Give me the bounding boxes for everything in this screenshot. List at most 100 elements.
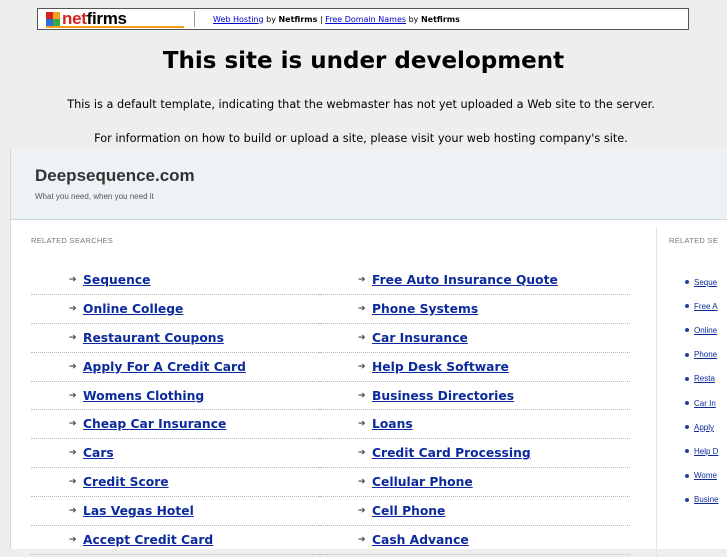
arrow-icon: ➔	[358, 332, 366, 343]
related-link[interactable]: Sequence	[83, 273, 150, 287]
list-item: ➔ Phone Systems	[318, 295, 630, 324]
related-link[interactable]: Cars	[83, 446, 114, 460]
sidebar-link[interactable]: Phone	[694, 350, 717, 359]
arrow-icon: ➔	[69, 506, 77, 517]
sidebar-link[interactable]: Free A	[694, 302, 718, 311]
list-item: ➔ Online College	[31, 295, 321, 324]
related-link[interactable]: Apply For A Credit Card	[83, 360, 246, 374]
free-domain-names-link[interactable]: Free Domain Names	[325, 15, 406, 24]
list-item: ➔ Cars	[31, 439, 321, 469]
sidebar-item: Car In	[685, 391, 727, 415]
sidebar-link[interactable]: Apply	[694, 423, 714, 432]
arrow-icon: ➔	[358, 390, 366, 401]
list-item: ➔ Free Auto Insurance Quote	[318, 266, 630, 295]
sidebar-item: Resta	[685, 367, 727, 391]
list-item: ➔ Loans	[318, 410, 630, 440]
sidebar-link[interactable]: Resta	[694, 374, 715, 383]
bullet-icon	[685, 425, 689, 430]
arrow-icon: ➔	[358, 361, 366, 372]
arrow-icon: ➔	[69, 448, 77, 459]
brand-netfirms-2: Netfirms	[420, 14, 460, 24]
sidebar-item: Free A	[685, 294, 727, 318]
by-text-2: by	[406, 14, 421, 24]
related-searches-label-side: RELATED SE	[669, 236, 719, 245]
list-item: ➔ Restaurant Coupons	[31, 324, 321, 353]
sidebar-item: Phone	[685, 343, 727, 367]
sidebar-link[interactable]: Wome	[694, 471, 717, 480]
list-item: ➔ Las Vegas Hotel	[31, 497, 321, 527]
related-link[interactable]: Phone Systems	[372, 302, 478, 316]
related-searches-label: RELATED SEARCHES	[31, 236, 114, 245]
related-link[interactable]: Cell Phone	[372, 504, 445, 518]
related-link[interactable]: Credit Card Processing	[372, 446, 531, 460]
logo-underline	[46, 26, 184, 28]
topbar-divider	[194, 11, 195, 27]
arrow-icon: ➔	[358, 303, 366, 314]
list-item: ➔ Car Insurance	[318, 324, 630, 353]
bullet-icon	[685, 328, 689, 333]
related-link[interactable]: Las Vegas Hotel	[83, 504, 194, 518]
sidebar-link[interactable]: Car In	[694, 399, 716, 408]
related-link[interactable]: Cellular Phone	[372, 475, 473, 489]
list-item: ➔ Cell Phone	[318, 497, 630, 527]
sidebar-item: Seque	[685, 270, 727, 294]
arrow-icon: ➔	[358, 534, 366, 545]
related-link[interactable]: Cheap Car Insurance	[83, 417, 226, 431]
bullet-icon	[685, 473, 689, 478]
related-link[interactable]: Help Desk Software	[372, 360, 509, 374]
topbar-links: Web Hosting by Netfirms | Free Domain Na…	[213, 15, 460, 24]
bullet-icon	[685, 280, 689, 285]
list-item: ➔ Help Desk Software	[318, 353, 630, 382]
related-link[interactable]: Free Auto Insurance Quote	[372, 273, 558, 287]
sidebar-item: Wome	[685, 464, 727, 488]
list-item: ➔ Cellular Phone	[318, 468, 630, 498]
sidebar-item: Busine	[685, 488, 727, 512]
related-link[interactable]: Business Directories	[372, 389, 514, 403]
related-link[interactable]: Womens Clothing	[83, 389, 204, 403]
arrow-icon: ➔	[69, 274, 77, 285]
netfirms-logo[interactable]: net firms	[38, 9, 186, 29]
related-link[interactable]: Loans	[372, 417, 413, 431]
arrow-icon: ➔	[69, 332, 77, 343]
related-link[interactable]: Restaurant Coupons	[83, 331, 224, 345]
bullet-icon	[685, 376, 689, 381]
arrow-icon: ➔	[69, 390, 77, 401]
list-item: ➔ Business Directories	[318, 382, 630, 411]
site-title[interactable]: Deepsequence.com	[35, 166, 195, 186]
parked-header: Deepsequence.com What you need, when you…	[11, 149, 727, 220]
arrow-icon: ➔	[358, 506, 366, 517]
related-link[interactable]: Online College	[83, 302, 183, 316]
arrow-icon: ➔	[69, 303, 77, 314]
web-hosting-link[interactable]: Web Hosting	[213, 15, 264, 24]
arrow-icon: ➔	[69, 477, 77, 488]
sidebar-item: Help D	[685, 439, 727, 463]
bullet-icon	[685, 304, 689, 309]
list-item: ➔ Cash Advance	[318, 526, 630, 555]
sidebar-link[interactable]: Online	[694, 326, 717, 335]
bullet-icon	[685, 401, 689, 406]
sidebar-item: Online	[685, 318, 727, 342]
arrow-icon: ➔	[358, 274, 366, 285]
sidebar-link[interactable]: Seque	[694, 278, 717, 287]
sidebar-link[interactable]: Busine	[694, 495, 718, 504]
hosting-info-message: For information on how to build or uploa…	[94, 132, 628, 145]
list-item: ➔ Womens Clothing	[31, 382, 321, 411]
arrow-icon: ➔	[358, 477, 366, 488]
bullet-icon	[685, 497, 689, 502]
default-template-message: This is a default template, indicating t…	[67, 98, 655, 111]
page-headline: This site is under development	[162, 48, 565, 74]
column-divider	[656, 227, 657, 557]
arrow-icon: ➔	[358, 448, 366, 459]
arrow-icon: ➔	[69, 534, 77, 545]
arrow-icon: ➔	[358, 419, 366, 430]
arrow-icon: ➔	[69, 419, 77, 430]
sidebar-item: Apply	[685, 415, 727, 439]
sidebar-link[interactable]: Help D	[694, 447, 718, 456]
list-item: ➔ Accept Credit Card	[31, 526, 321, 555]
list-item: ➔ Sequence	[31, 266, 321, 295]
related-link[interactable]: Credit Score	[83, 475, 169, 489]
bullet-icon	[685, 449, 689, 454]
list-item: ➔ Credit Score	[31, 468, 321, 498]
related-link[interactable]: Car Insurance	[372, 331, 468, 345]
arrow-icon: ➔	[69, 361, 77, 372]
